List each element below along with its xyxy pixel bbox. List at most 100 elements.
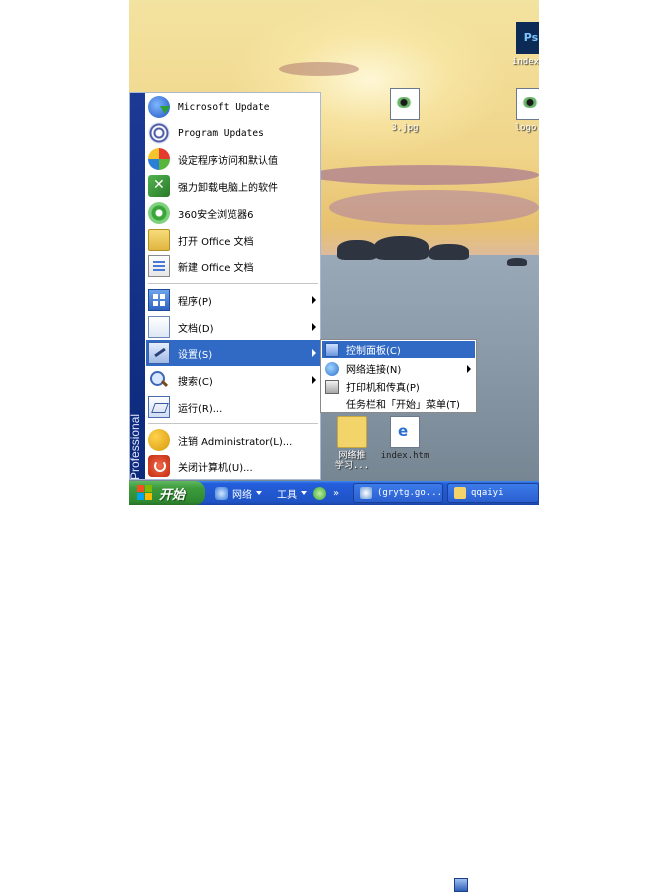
quicklaunch-tools[interactable]: 工具 bbox=[277, 485, 330, 501]
dropdown-arrow-icon bbox=[301, 491, 307, 495]
desktop-icon-3-jpg[interactable]: 3.jpg bbox=[375, 88, 435, 133]
folder-icon bbox=[337, 416, 367, 448]
menu-item-label: 文档(D) bbox=[178, 323, 214, 335]
menu-item-label: 关闭计算机(U)... bbox=[178, 462, 253, 474]
sidebar-brand: Windows XP Professional bbox=[128, 225, 142, 555]
key-icon bbox=[148, 429, 170, 451]
taskbar-window-folder[interactable]: qqaiyi bbox=[447, 483, 539, 503]
submenu-item-control-panel[interactable]: 控制面板(C) bbox=[322, 341, 475, 358]
desktop-icon-label: 3.jpg bbox=[391, 123, 419, 133]
menu-separator bbox=[148, 283, 318, 284]
taskbar-icon bbox=[454, 877, 468, 892]
desktop-icon-label: index.j bbox=[512, 57, 539, 67]
documents-icon bbox=[148, 316, 170, 338]
wallpaper-cloud bbox=[329, 190, 539, 225]
menu-item-shut-down[interactable]: 关闭计算机(U)... bbox=[146, 453, 320, 479]
wallpaper-cloud bbox=[279, 62, 359, 76]
quicklaunch-label: 网络 bbox=[232, 489, 252, 501]
wallpaper-rock bbox=[507, 258, 527, 266]
menu-item-label: Program Updates bbox=[178, 127, 264, 139]
menu-item-open-office-document[interactable]: 打开 Office 文档 bbox=[146, 227, 320, 253]
menu-item-program-updates[interactable]: Program Updates bbox=[146, 120, 320, 146]
desktop-icon-label: logo.j bbox=[514, 123, 539, 133]
menu-item-label: 运行(R)... bbox=[178, 403, 223, 415]
programs-icon bbox=[148, 289, 170, 311]
submenu-arrow-icon bbox=[312, 296, 316, 304]
folder-icon bbox=[454, 487, 466, 499]
start-button-label: 开始 bbox=[159, 487, 186, 503]
image-file-icon bbox=[516, 88, 539, 120]
dropdown-arrow-icon bbox=[256, 491, 262, 495]
html-file-icon bbox=[390, 416, 420, 448]
settings-icon bbox=[148, 342, 170, 364]
browser-globe-icon bbox=[148, 148, 170, 170]
image-file-icon bbox=[390, 88, 420, 120]
submenu-arrow-icon bbox=[467, 365, 471, 373]
taskbar-window-label: qqaiyi bbox=[471, 488, 504, 498]
run-icon bbox=[148, 396, 170, 418]
menu-item-label: Microsoft Update bbox=[178, 101, 270, 113]
menu-item-documents[interactable]: 文档(D) bbox=[146, 314, 320, 340]
open-folder-icon bbox=[148, 229, 170, 251]
globe-update-icon bbox=[148, 96, 170, 118]
submenu-item-printers-faxes[interactable]: 打印机和传真(P) bbox=[322, 378, 475, 395]
menu-item-label: 打开 Office 文档 bbox=[178, 236, 254, 248]
desktop-icon-label: index.htm bbox=[380, 451, 430, 461]
menu-separator bbox=[148, 423, 318, 424]
submenu-item-label: 控制面板(C) bbox=[346, 346, 401, 357]
menu-item-search[interactable]: 搜索(C) bbox=[146, 367, 320, 393]
taskbar-window-label: (grytg.go... bbox=[376, 488, 442, 498]
menu-item-run[interactable]: 运行(R)... bbox=[146, 394, 320, 420]
quicklaunch-chevron[interactable]: » bbox=[333, 485, 339, 501]
desktop-icon-label: 网络推 学习... bbox=[334, 451, 370, 471]
submenu-item-label: 打印机和传真(P) bbox=[346, 383, 420, 394]
quicklaunch-network[interactable]: 网络 bbox=[215, 485, 262, 501]
rings-icon bbox=[148, 122, 170, 144]
browser-icon bbox=[360, 487, 372, 499]
search-icon bbox=[148, 369, 170, 391]
submenu-item-taskbar-start-menu[interactable]: 任务栏和「开始」菜单(T) bbox=[322, 395, 475, 892]
sidebar-edition: Professional bbox=[128, 413, 142, 480]
menu-item-new-office-document[interactable]: 新建 Office 文档 bbox=[146, 253, 320, 279]
menu-item-label: 设置(S) bbox=[178, 349, 213, 361]
wallpaper-rock bbox=[337, 240, 377, 260]
control-panel-icon bbox=[325, 342, 339, 357]
submenu-arrow-icon bbox=[312, 376, 316, 384]
desktop-icon-index-jpg[interactable]: Ps index.j bbox=[501, 22, 539, 67]
uninstall-icon bbox=[148, 175, 170, 197]
printer-icon bbox=[325, 379, 339, 394]
wallpaper-rock bbox=[429, 244, 469, 260]
menu-item-programs[interactable]: 程序(P) bbox=[146, 287, 320, 313]
start-menu: Windows XP Professional Microsoft Update… bbox=[128, 92, 321, 555]
menu-item-label: 程序(P) bbox=[178, 296, 212, 308]
quicklaunch-label: 工具 bbox=[277, 489, 297, 501]
taskbar-window-browser[interactable]: (grytg.go... bbox=[353, 483, 443, 503]
desktop-icon-index-htm[interactable]: index.htm bbox=[375, 416, 435, 461]
taskbar: 开始 网络 工具 » (grytg.go... qqaiyi bbox=[129, 481, 539, 505]
menu-item-log-off[interactable]: 注销 Administrator(L)... bbox=[146, 427, 320, 453]
menu-item-microsoft-update[interactable]: Microsoft Update bbox=[146, 94, 320, 120]
power-icon bbox=[148, 455, 170, 477]
menu-item-360-browser[interactable]: 360安全浏览器6 bbox=[146, 200, 320, 226]
wallpaper-rock bbox=[374, 236, 429, 260]
start-button[interactable]: 开始 bbox=[129, 481, 205, 505]
menu-item-label: 强力卸载电脑上的软件 bbox=[178, 182, 278, 194]
menu-item-force-uninstall[interactable]: 强力卸载电脑上的软件 bbox=[146, 173, 320, 199]
network-icon bbox=[215, 486, 228, 500]
submenu-item-label: 任务栏和「开始」菜单(T) bbox=[346, 400, 460, 411]
settings-submenu: 控制面板(C) 网络连接(N) 打印机和传真(P) 任务栏和「开始」菜单(T) bbox=[320, 339, 477, 892]
submenu-item-label: 网络连接(N) bbox=[346, 365, 402, 376]
menu-item-label: 设定程序访问和默认值 bbox=[178, 155, 278, 167]
menu-item-settings[interactable]: 设置(S) bbox=[146, 340, 320, 366]
wallpaper-cloud bbox=[309, 165, 539, 185]
photoshop-file-icon: Ps bbox=[516, 22, 539, 54]
submenu-arrow-icon bbox=[312, 349, 316, 357]
menu-item-label: 新建 Office 文档 bbox=[178, 262, 254, 274]
submenu-item-network-connections[interactable]: 网络连接(N) bbox=[322, 360, 475, 377]
desktop-icon-shortcut-folder[interactable]: 网络推 学习... bbox=[322, 416, 382, 471]
new-document-icon bbox=[148, 255, 170, 277]
network-icon bbox=[325, 361, 339, 376]
menu-item-program-access-defaults[interactable]: 设定程序访问和默认值 bbox=[146, 146, 320, 172]
desktop-icon-logo-jpg[interactable]: logo.j bbox=[501, 88, 539, 133]
menu-item-label: 搜索(C) bbox=[178, 376, 213, 388]
